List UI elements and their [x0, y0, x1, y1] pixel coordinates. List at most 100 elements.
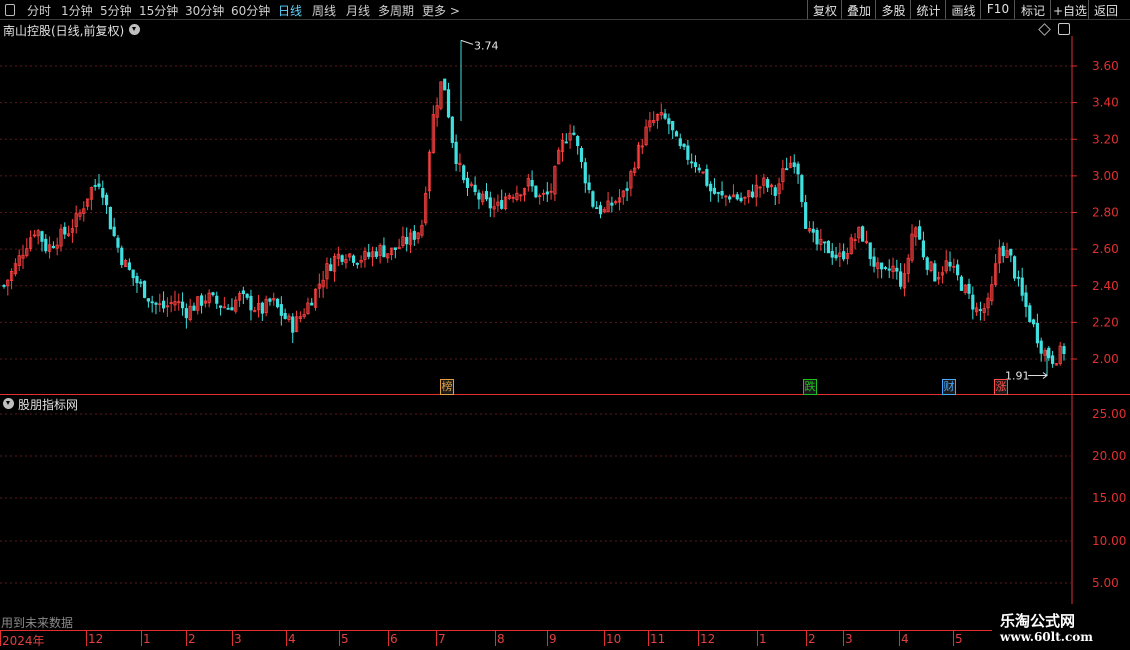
toolbar-button-label: 叠加 [846, 4, 871, 18]
toolbar-button-8[interactable]: 返回 [1088, 0, 1123, 19]
candle-body [112, 226, 116, 237]
x-tick-label: 12 [88, 632, 104, 646]
candle-body [925, 257, 929, 270]
candle-body [488, 197, 492, 209]
toolbar-button-2[interactable]: 多股 [875, 0, 911, 19]
price-chart[interactable]: 2.00 2.20 2.40 2.60 2.80 3.00 3.20 3.40 3.60 3.74… [0, 36, 1130, 394]
watermark-url: www.60lt.com [1000, 630, 1093, 644]
tab-3[interactable]: 15分钟 [139, 2, 178, 19]
candle-body [63, 226, 67, 235]
tab-1[interactable]: 1分钟 [61, 2, 93, 19]
tab-8[interactable]: 月线 [346, 2, 370, 19]
event-tag[interactable]: 跌 [803, 379, 817, 395]
toolbar-button-label: 统计 [916, 4, 941, 18]
tab-4[interactable]: 30分钟 [185, 2, 224, 19]
chevron-down-icon[interactable] [129, 24, 140, 35]
tab-9[interactable]: 多周期 [378, 2, 414, 19]
candle-body [918, 226, 922, 240]
candle-body [329, 264, 333, 271]
candle-body [720, 191, 724, 196]
y-tick-label: 3.40 [1092, 96, 1119, 110]
candle-body [690, 161, 694, 164]
tab-0[interactable]: 分时 [27, 2, 51, 19]
candle-body [956, 264, 960, 276]
candle-body [709, 183, 713, 192]
candle-body [2, 285, 6, 287]
future-data-note: 用到未来数据 [1, 616, 74, 630]
candle-body [716, 192, 720, 194]
candle-body [728, 196, 732, 200]
candle-body [921, 240, 926, 258]
candle-body [1024, 292, 1028, 307]
candle-body [184, 308, 188, 319]
candle-body [218, 305, 223, 308]
sub-y-tick-label: 25.00 [1092, 407, 1126, 421]
candle-body [1051, 355, 1055, 364]
candle-body [1047, 347, 1051, 359]
toolbar-button-0[interactable]: 复权 [807, 0, 842, 19]
candle-body [1001, 245, 1005, 257]
candle-body [834, 254, 838, 259]
candle-body [51, 245, 55, 249]
candle-body [241, 290, 245, 295]
y-tick-label: 3.20 [1092, 132, 1119, 146]
event-tag[interactable]: 涨 [994, 379, 1008, 395]
event-tag[interactable]: 财 [942, 379, 956, 395]
tab-2[interactable]: 5分钟 [100, 2, 132, 19]
indicator-panel[interactable]: 25.00 20.00 15.00 10.00 5.00 [0, 395, 1130, 630]
window-menu-icon[interactable] [5, 4, 15, 16]
x-tick-label: 2 [808, 632, 816, 646]
toolbar-button-1[interactable]: 叠加 [841, 0, 876, 19]
candle-body [245, 293, 249, 298]
candle-body [800, 175, 804, 203]
tab-7[interactable]: 周线 [312, 2, 336, 19]
candle-body [792, 162, 796, 167]
x-tick [339, 630, 340, 646]
tab-6[interactable]: 日线 [278, 2, 302, 19]
candle-body [1039, 340, 1043, 354]
panel-layout-icon[interactable] [1058, 23, 1070, 35]
candle-body [443, 78, 447, 91]
toolbar-button-4[interactable]: 画线 [945, 0, 981, 19]
candle-body [595, 207, 599, 210]
candle-body [826, 240, 831, 254]
x-tick-label: 1 [759, 632, 767, 646]
candle-body [101, 187, 105, 198]
candle-body [1020, 277, 1024, 296]
event-tag[interactable]: 榜 [440, 379, 454, 395]
x-tick [86, 630, 87, 646]
candle-body [135, 276, 139, 284]
diamond-icon[interactable] [1038, 23, 1051, 36]
candle-body [230, 307, 234, 311]
x-tick-label: 9 [549, 632, 557, 646]
x-tick-label: 10 [606, 632, 622, 646]
toolbar-button-6[interactable]: 标记 [1014, 0, 1051, 19]
candle-body [598, 205, 603, 215]
candle-body [215, 295, 219, 304]
x-tick-label: 2 [188, 632, 196, 646]
x-tick [141, 630, 142, 646]
candle-body [44, 238, 48, 252]
candle-body [967, 283, 971, 294]
candle-body [933, 263, 937, 282]
candle-body [131, 269, 135, 279]
candle-body [576, 135, 580, 147]
candle-body [674, 131, 679, 137]
toolbar-button-label: 标记 [1020, 4, 1045, 18]
x-tick [604, 630, 605, 646]
candle-body [868, 242, 872, 260]
candle-body [785, 168, 789, 171]
candle-body [291, 316, 295, 333]
candle-body [735, 194, 739, 200]
tab-5[interactable]: 60分钟 [231, 2, 270, 19]
candle-body [534, 185, 538, 198]
high-price-label: 3.74 [474, 39, 499, 52]
toolbar-button-5[interactable]: F10 [980, 0, 1015, 19]
toolbar-button-7[interactable]: +自选 [1050, 0, 1089, 19]
toolbar-button-3[interactable]: 统计 [910, 0, 946, 19]
candle-body [948, 261, 952, 267]
candle-body [693, 162, 698, 168]
tab-10[interactable]: 更多 > [422, 2, 460, 19]
candle-body [367, 252, 371, 257]
candle-body [393, 247, 397, 251]
